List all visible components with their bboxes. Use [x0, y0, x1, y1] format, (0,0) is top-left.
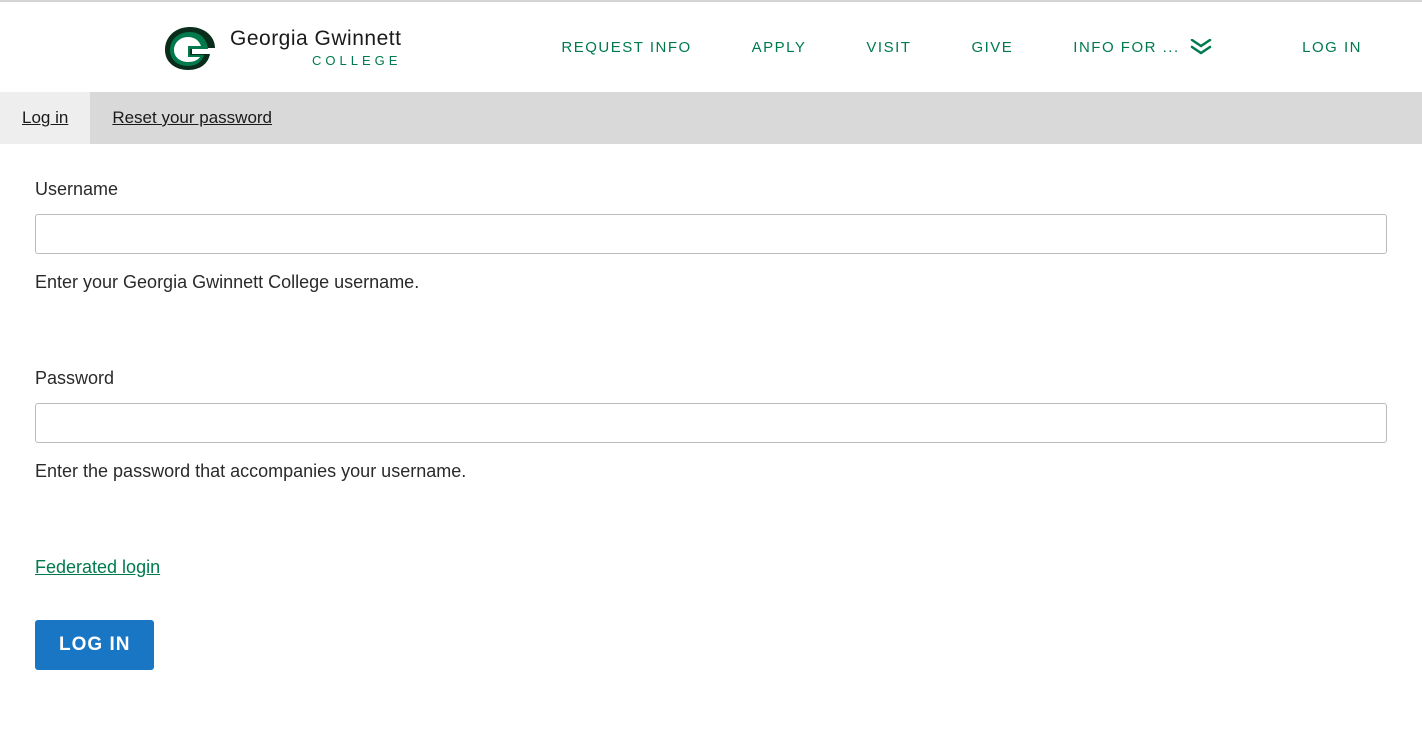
nav-login-link[interactable]: LOG IN [1302, 39, 1362, 56]
username-label: Username [35, 179, 1387, 200]
nav-give[interactable]: GIVE [971, 39, 1013, 56]
logo[interactable]: Georgia Gwinnett COLLEGE [160, 22, 401, 72]
username-help: Enter your Georgia Gwinnett College user… [35, 272, 1387, 293]
logo-text: Georgia Gwinnett COLLEGE [230, 27, 401, 68]
nav-apply[interactable]: APPLY [752, 39, 807, 56]
login-form: Username Enter your Georgia Gwinnett Col… [0, 144, 1422, 705]
nav-request-info[interactable]: REQUEST INFO [561, 39, 691, 56]
password-input[interactable] [35, 403, 1387, 443]
password-field-group: Password Enter the password that accompa… [35, 368, 1387, 482]
main-nav: REQUEST INFO APPLY VISIT GIVE INFO FOR .… [481, 39, 1392, 56]
username-field-group: Username Enter your Georgia Gwinnett Col… [35, 179, 1387, 293]
nav-info-for-label: INFO FOR ... [1073, 39, 1179, 56]
logo-g-icon [160, 22, 220, 72]
tabs-bar: Log in Reset your password [0, 92, 1422, 144]
logo-main-text: Georgia Gwinnett [230, 27, 401, 51]
site-header: Georgia Gwinnett COLLEGE REQUEST INFO AP… [0, 2, 1422, 92]
tab-reset-password[interactable]: Reset your password [90, 92, 294, 144]
nav-info-for[interactable]: INFO FOR ... [1073, 39, 1211, 56]
chevron-double-down-icon [1190, 39, 1212, 55]
username-input[interactable] [35, 214, 1387, 254]
tab-login[interactable]: Log in [0, 92, 90, 144]
password-label: Password [35, 368, 1387, 389]
login-submit-button[interactable]: LOG IN [35, 620, 154, 670]
nav-visit[interactable]: VISIT [866, 39, 911, 56]
federated-login-link[interactable]: Federated login [35, 557, 160, 578]
password-help: Enter the password that accompanies your… [35, 461, 1387, 482]
logo-sub-text: COLLEGE [230, 53, 401, 68]
